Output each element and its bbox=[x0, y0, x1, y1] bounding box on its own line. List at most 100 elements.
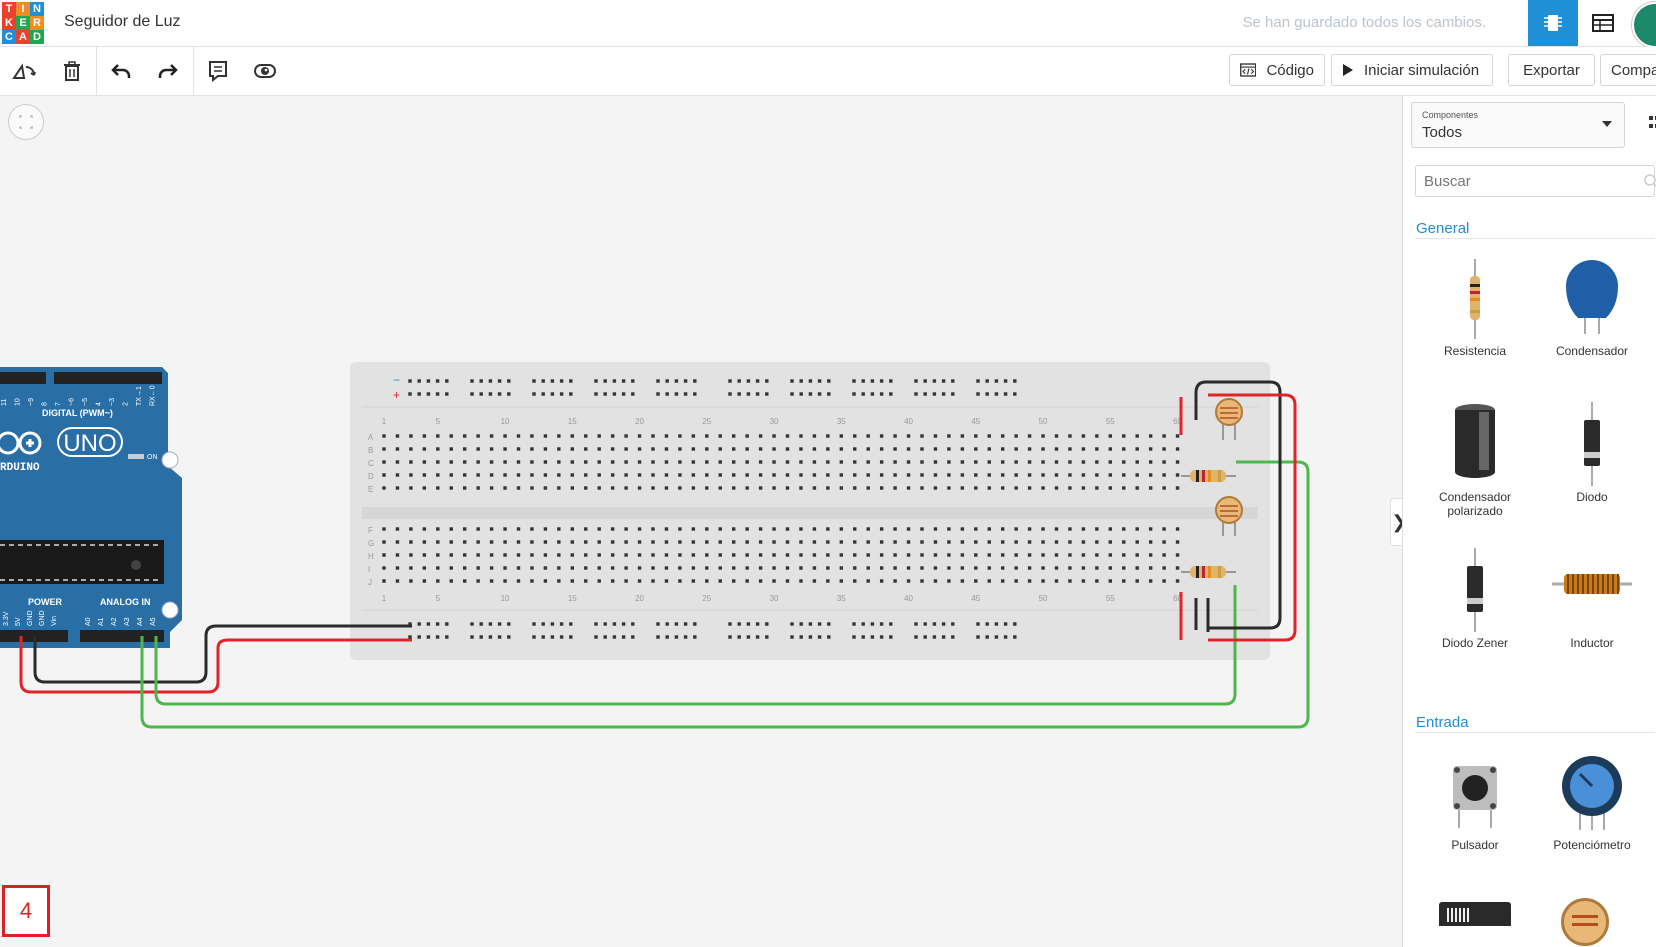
breadboard-hole[interactable] bbox=[610, 527, 615, 531]
breadboard-hole[interactable] bbox=[1054, 527, 1059, 531]
breadboard-hole[interactable] bbox=[557, 486, 561, 490]
breadboard-hole[interactable] bbox=[435, 392, 440, 396]
share-button[interactable]: Compart bbox=[1600, 54, 1656, 86]
breadboard-hole[interactable] bbox=[1001, 486, 1005, 490]
breadboard-hole[interactable] bbox=[1175, 579, 1180, 583]
circuit-canvas[interactable]: 1 1 5 5 10 10 15 15 20 20 25 25 30 30 35 35 40 40 45 45 50 50… bbox=[0, 96, 1402, 947]
breadboard-hole[interactable] bbox=[799, 434, 803, 438]
breadboard-hole[interactable] bbox=[785, 527, 790, 531]
breadboard-hole[interactable] bbox=[1014, 447, 1018, 451]
breadboard-hole[interactable] bbox=[610, 460, 615, 464]
breadboard-hole[interactable] bbox=[1175, 566, 1180, 570]
breadboard-hole[interactable] bbox=[449, 553, 453, 557]
breadboard-hole[interactable] bbox=[732, 434, 736, 438]
breadboard-hole[interactable] bbox=[985, 622, 989, 626]
breadboard-hole[interactable] bbox=[853, 447, 857, 451]
breadboard-hole[interactable] bbox=[422, 527, 427, 531]
breadboard-hole[interactable] bbox=[1095, 540, 1099, 544]
breadboard-hole[interactable] bbox=[479, 622, 483, 626]
breadboard-hole[interactable] bbox=[861, 622, 865, 626]
breadboard-hole[interactable] bbox=[861, 379, 865, 383]
breadboard-hole[interactable] bbox=[395, 447, 400, 451]
breadboard-hole[interactable] bbox=[1095, 447, 1099, 451]
breadboard-hole[interactable] bbox=[476, 447, 480, 451]
breadboard-hole[interactable] bbox=[516, 460, 521, 464]
breadboard-hole[interactable] bbox=[705, 460, 709, 464]
breadboard-hole[interactable] bbox=[621, 379, 626, 383]
breadboard-hole[interactable] bbox=[960, 447, 965, 451]
breadboard-hole[interactable] bbox=[503, 434, 507, 438]
breadboard-hole[interactable] bbox=[826, 473, 830, 477]
breadboard-hole[interactable] bbox=[920, 566, 924, 570]
breadboard-hole[interactable] bbox=[1108, 579, 1112, 583]
breadboard-hole[interactable] bbox=[826, 486, 830, 490]
breadboard-hole[interactable] bbox=[603, 392, 607, 396]
breadboard-hole[interactable] bbox=[879, 447, 884, 451]
breadboard-hole[interactable] bbox=[920, 434, 924, 438]
breadboard-hole[interactable] bbox=[987, 434, 991, 438]
breadboard-hole[interactable] bbox=[1027, 579, 1032, 583]
breadboard-hole[interactable] bbox=[718, 434, 722, 438]
breadboard-hole[interactable] bbox=[870, 622, 875, 626]
breadboard-hole[interactable] bbox=[893, 460, 897, 464]
breadboard-hole[interactable] bbox=[932, 622, 937, 626]
breadboard-hole[interactable] bbox=[691, 434, 696, 438]
breadboard-hole[interactable] bbox=[732, 460, 736, 464]
breadboard-hole[interactable] bbox=[409, 553, 413, 557]
breadboard-hole[interactable] bbox=[923, 622, 927, 626]
breadboard-hole[interactable] bbox=[718, 553, 722, 557]
breadboard-hole[interactable] bbox=[1162, 579, 1166, 583]
breadboard-hole[interactable] bbox=[612, 622, 617, 626]
breadboard-hole[interactable] bbox=[1108, 473, 1112, 477]
breadboard-hole[interactable] bbox=[382, 553, 386, 557]
breadboard-hole[interactable] bbox=[812, 540, 817, 544]
breadboard-hole[interactable] bbox=[584, 540, 588, 544]
breadboard-hole[interactable] bbox=[1135, 527, 1139, 531]
breadboard-hole[interactable] bbox=[1003, 392, 1008, 396]
breadboard-hole[interactable] bbox=[1122, 527, 1126, 531]
breadboard-hole[interactable] bbox=[631, 635, 635, 639]
breadboard-hole[interactable] bbox=[1081, 460, 1086, 464]
breadboard-hole[interactable] bbox=[1122, 486, 1126, 490]
breadboard-hole[interactable] bbox=[1027, 434, 1032, 438]
breadboard-hole[interactable] bbox=[1001, 540, 1005, 544]
breadboard-hole[interactable] bbox=[470, 392, 474, 396]
breadboard-hole[interactable] bbox=[960, 527, 965, 531]
breadboard-hole[interactable] bbox=[755, 392, 760, 396]
breadboard-hole[interactable] bbox=[1175, 540, 1180, 544]
breadboard-hole[interactable] bbox=[785, 540, 790, 544]
breadboard-hole[interactable] bbox=[550, 392, 555, 396]
breadboard-hole[interactable] bbox=[463, 566, 467, 570]
breadboard-hole[interactable] bbox=[1041, 486, 1045, 490]
breadboard-hole[interactable] bbox=[785, 553, 790, 557]
breadboard-hole[interactable] bbox=[826, 566, 830, 570]
breadboard-hole[interactable] bbox=[678, 553, 682, 557]
breadboard-hole[interactable] bbox=[651, 460, 655, 464]
breadboard-hole[interactable] bbox=[449, 486, 453, 490]
breadboard-hole[interactable] bbox=[933, 486, 938, 490]
breadboard-hole[interactable] bbox=[570, 486, 574, 490]
breadboard-hole[interactable] bbox=[543, 447, 548, 451]
breadboard-hole[interactable] bbox=[691, 473, 696, 477]
breadboard-hole[interactable] bbox=[570, 540, 574, 544]
breadboard-hole[interactable] bbox=[621, 392, 626, 396]
view-toggle-button[interactable] bbox=[243, 47, 287, 95]
breadboard-hole[interactable] bbox=[543, 579, 548, 583]
breadboard-hole[interactable] bbox=[422, 553, 427, 557]
breadboard-hole[interactable] bbox=[597, 460, 601, 464]
breadboard-hole[interactable] bbox=[1068, 553, 1072, 557]
breadboard-hole[interactable] bbox=[1135, 540, 1139, 544]
breadboard-hole[interactable] bbox=[1068, 447, 1072, 451]
breadboard-hole[interactable] bbox=[1162, 540, 1166, 544]
breadboard-hole[interactable] bbox=[879, 434, 884, 438]
breadboard-hole[interactable] bbox=[923, 379, 927, 383]
breadboard-hole[interactable] bbox=[550, 379, 555, 383]
breadboard-hole[interactable] bbox=[827, 622, 831, 626]
breadboard-hole[interactable] bbox=[758, 486, 763, 490]
breadboard-hole[interactable] bbox=[665, 635, 669, 639]
breadboard-hole[interactable] bbox=[705, 553, 709, 557]
breadboard-hole[interactable] bbox=[637, 473, 642, 477]
breadboard-hole[interactable] bbox=[503, 447, 507, 451]
breadboard-hole[interactable] bbox=[597, 527, 601, 531]
breadboard-hole[interactable] bbox=[449, 566, 453, 570]
